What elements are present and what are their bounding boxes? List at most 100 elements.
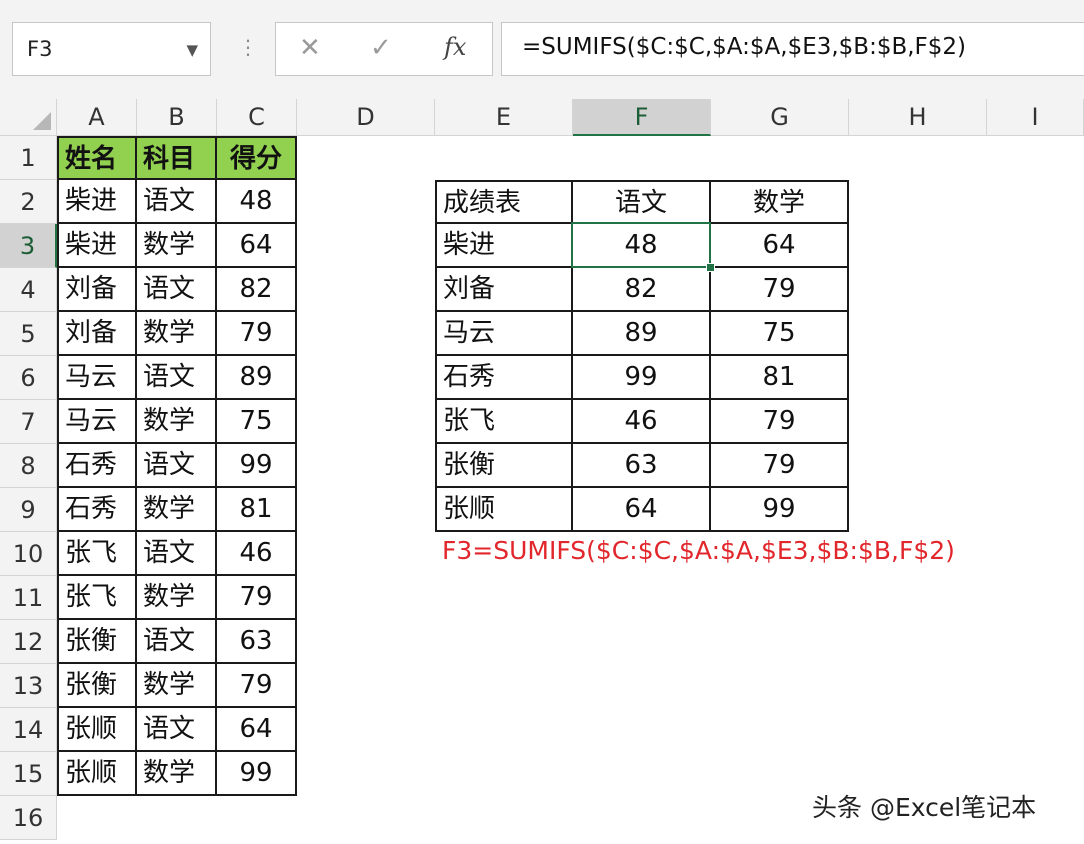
row-header-3[interactable]: 3 (0, 224, 57, 268)
cell-a14[interactable]: 张顺 (57, 708, 137, 752)
cell-e9[interactable]: 张顺 (435, 488, 573, 532)
row-header-8[interactable]: 8 (0, 444, 57, 488)
cell-e3[interactable]: 柴进 (435, 224, 573, 268)
cell-b4[interactable]: 语文 (137, 268, 217, 312)
cell-b8[interactable]: 语文 (137, 444, 217, 488)
row-header-2[interactable]: 2 (0, 180, 57, 224)
row-header-12[interactable]: 12 (0, 620, 57, 664)
cell-c4[interactable]: 82 (217, 268, 297, 312)
cell-b3[interactable]: 数学 (137, 224, 217, 268)
row-header-1[interactable]: 1 (0, 136, 57, 180)
cell-c15[interactable]: 99 (217, 752, 297, 796)
formula-bar-separator-icon[interactable]: ⋮ (238, 35, 258, 59)
cell-a13[interactable]: 张衡 (57, 664, 137, 708)
cell-e2[interactable]: 成绩表 (435, 180, 573, 224)
cell-g3[interactable]: 64 (711, 224, 849, 268)
cell-f8[interactable]: 63 (573, 444, 711, 488)
formula-input[interactable]: =SUMIFS($C:$C,$A:$A,$E3,$B:$B,F$2) (501, 22, 1084, 76)
row-header-11[interactable]: 11 (0, 576, 57, 620)
cell-b7[interactable]: 数学 (137, 400, 217, 444)
select-all-corner[interactable] (0, 99, 57, 136)
column-header-d[interactable]: D (297, 99, 435, 136)
cell-f4[interactable]: 82 (573, 268, 711, 312)
cell-c8[interactable]: 99 (217, 444, 297, 488)
row-header-15[interactable]: 15 (0, 752, 57, 796)
cell-b5[interactable]: 数学 (137, 312, 217, 356)
cell-c12[interactable]: 63 (217, 620, 297, 664)
column-header-e[interactable]: E (435, 99, 573, 136)
column-header-a[interactable]: A (57, 99, 137, 136)
cell-c7[interactable]: 75 (217, 400, 297, 444)
cell-a5[interactable]: 刘备 (57, 312, 137, 356)
cell-a11[interactable]: 张飞 (57, 576, 137, 620)
cell-a8[interactable]: 石秀 (57, 444, 137, 488)
check-icon[interactable]: ✓ (370, 33, 392, 63)
cell-f6[interactable]: 99 (573, 356, 711, 400)
column-header-g[interactable]: G (711, 99, 849, 136)
row-header-16[interactable]: 16 (0, 796, 57, 840)
cell-g5[interactable]: 75 (711, 312, 849, 356)
cell-f5[interactable]: 89 (573, 312, 711, 356)
cell-f3[interactable]: 48 (573, 224, 711, 268)
cell-g6[interactable]: 81 (711, 356, 849, 400)
fill-handle[interactable] (706, 263, 715, 272)
cell-g8[interactable]: 79 (711, 444, 849, 488)
column-header-b[interactable]: B (137, 99, 217, 136)
cell-a12[interactable]: 张衡 (57, 620, 137, 664)
column-header-c[interactable]: C (217, 99, 297, 136)
cell-a2[interactable]: 柴进 (57, 180, 137, 224)
cell-a10[interactable]: 张飞 (57, 532, 137, 576)
row-header-13[interactable]: 13 (0, 664, 57, 708)
cell-f2[interactable]: 语文 (573, 180, 711, 224)
cell-b15[interactable]: 数学 (137, 752, 217, 796)
cell-c6[interactable]: 89 (217, 356, 297, 400)
cell-c9[interactable]: 81 (217, 488, 297, 532)
cell-e5[interactable]: 马云 (435, 312, 573, 356)
cell-a3[interactable]: 柴进 (57, 224, 137, 268)
cell-g9[interactable]: 99 (711, 488, 849, 532)
cell-c3[interactable]: 64 (217, 224, 297, 268)
cell-g4[interactable]: 79 (711, 268, 849, 312)
name-box[interactable]: F3 ▼ (12, 22, 211, 76)
cancel-icon[interactable]: ✕ (299, 33, 321, 63)
insert-function-icon[interactable]: fx (444, 33, 466, 61)
cell-c5[interactable]: 79 (217, 312, 297, 356)
cell-a7[interactable]: 马云 (57, 400, 137, 444)
cell-b9[interactable]: 数学 (137, 488, 217, 532)
cell-e4[interactable]: 刘备 (435, 268, 573, 312)
cell-e8[interactable]: 张衡 (435, 444, 573, 488)
cell-b13[interactable]: 数学 (137, 664, 217, 708)
cell-f7[interactable]: 46 (573, 400, 711, 444)
cell-e6[interactable]: 石秀 (435, 356, 573, 400)
cell-g2[interactable]: 数学 (711, 180, 849, 224)
cell-c2[interactable]: 48 (217, 180, 297, 224)
cell-c13[interactable]: 79 (217, 664, 297, 708)
cell-b14[interactable]: 语文 (137, 708, 217, 752)
cell-b1[interactable]: 科目 (137, 136, 217, 180)
row-header-9[interactable]: 9 (0, 488, 57, 532)
cell-b2[interactable]: 语文 (137, 180, 217, 224)
cell-c11[interactable]: 79 (217, 576, 297, 620)
column-header-h[interactable]: H (849, 99, 987, 136)
row-header-10[interactable]: 10 (0, 532, 57, 576)
row-header-4[interactable]: 4 (0, 268, 57, 312)
cell-a1[interactable]: 姓名 (57, 136, 137, 180)
row-header-6[interactable]: 6 (0, 356, 57, 400)
cell-g7[interactable]: 79 (711, 400, 849, 444)
cell-a9[interactable]: 石秀 (57, 488, 137, 532)
cell-b11[interactable]: 数学 (137, 576, 217, 620)
cell-f9[interactable]: 64 (573, 488, 711, 532)
cell-b6[interactable]: 语文 (137, 356, 217, 400)
column-header-f[interactable]: F (573, 99, 711, 136)
cell-b12[interactable]: 语文 (137, 620, 217, 664)
cell-e7[interactable]: 张飞 (435, 400, 573, 444)
row-header-5[interactable]: 5 (0, 312, 57, 356)
row-header-7[interactable]: 7 (0, 400, 57, 444)
cell-c14[interactable]: 64 (217, 708, 297, 752)
cell-a15[interactable]: 张顺 (57, 752, 137, 796)
cell-c10[interactable]: 46 (217, 532, 297, 576)
cell-a4[interactable]: 刘备 (57, 268, 137, 312)
cell-a6[interactable]: 马云 (57, 356, 137, 400)
cell-b10[interactable]: 语文 (137, 532, 217, 576)
cell-c1[interactable]: 得分 (217, 136, 297, 180)
